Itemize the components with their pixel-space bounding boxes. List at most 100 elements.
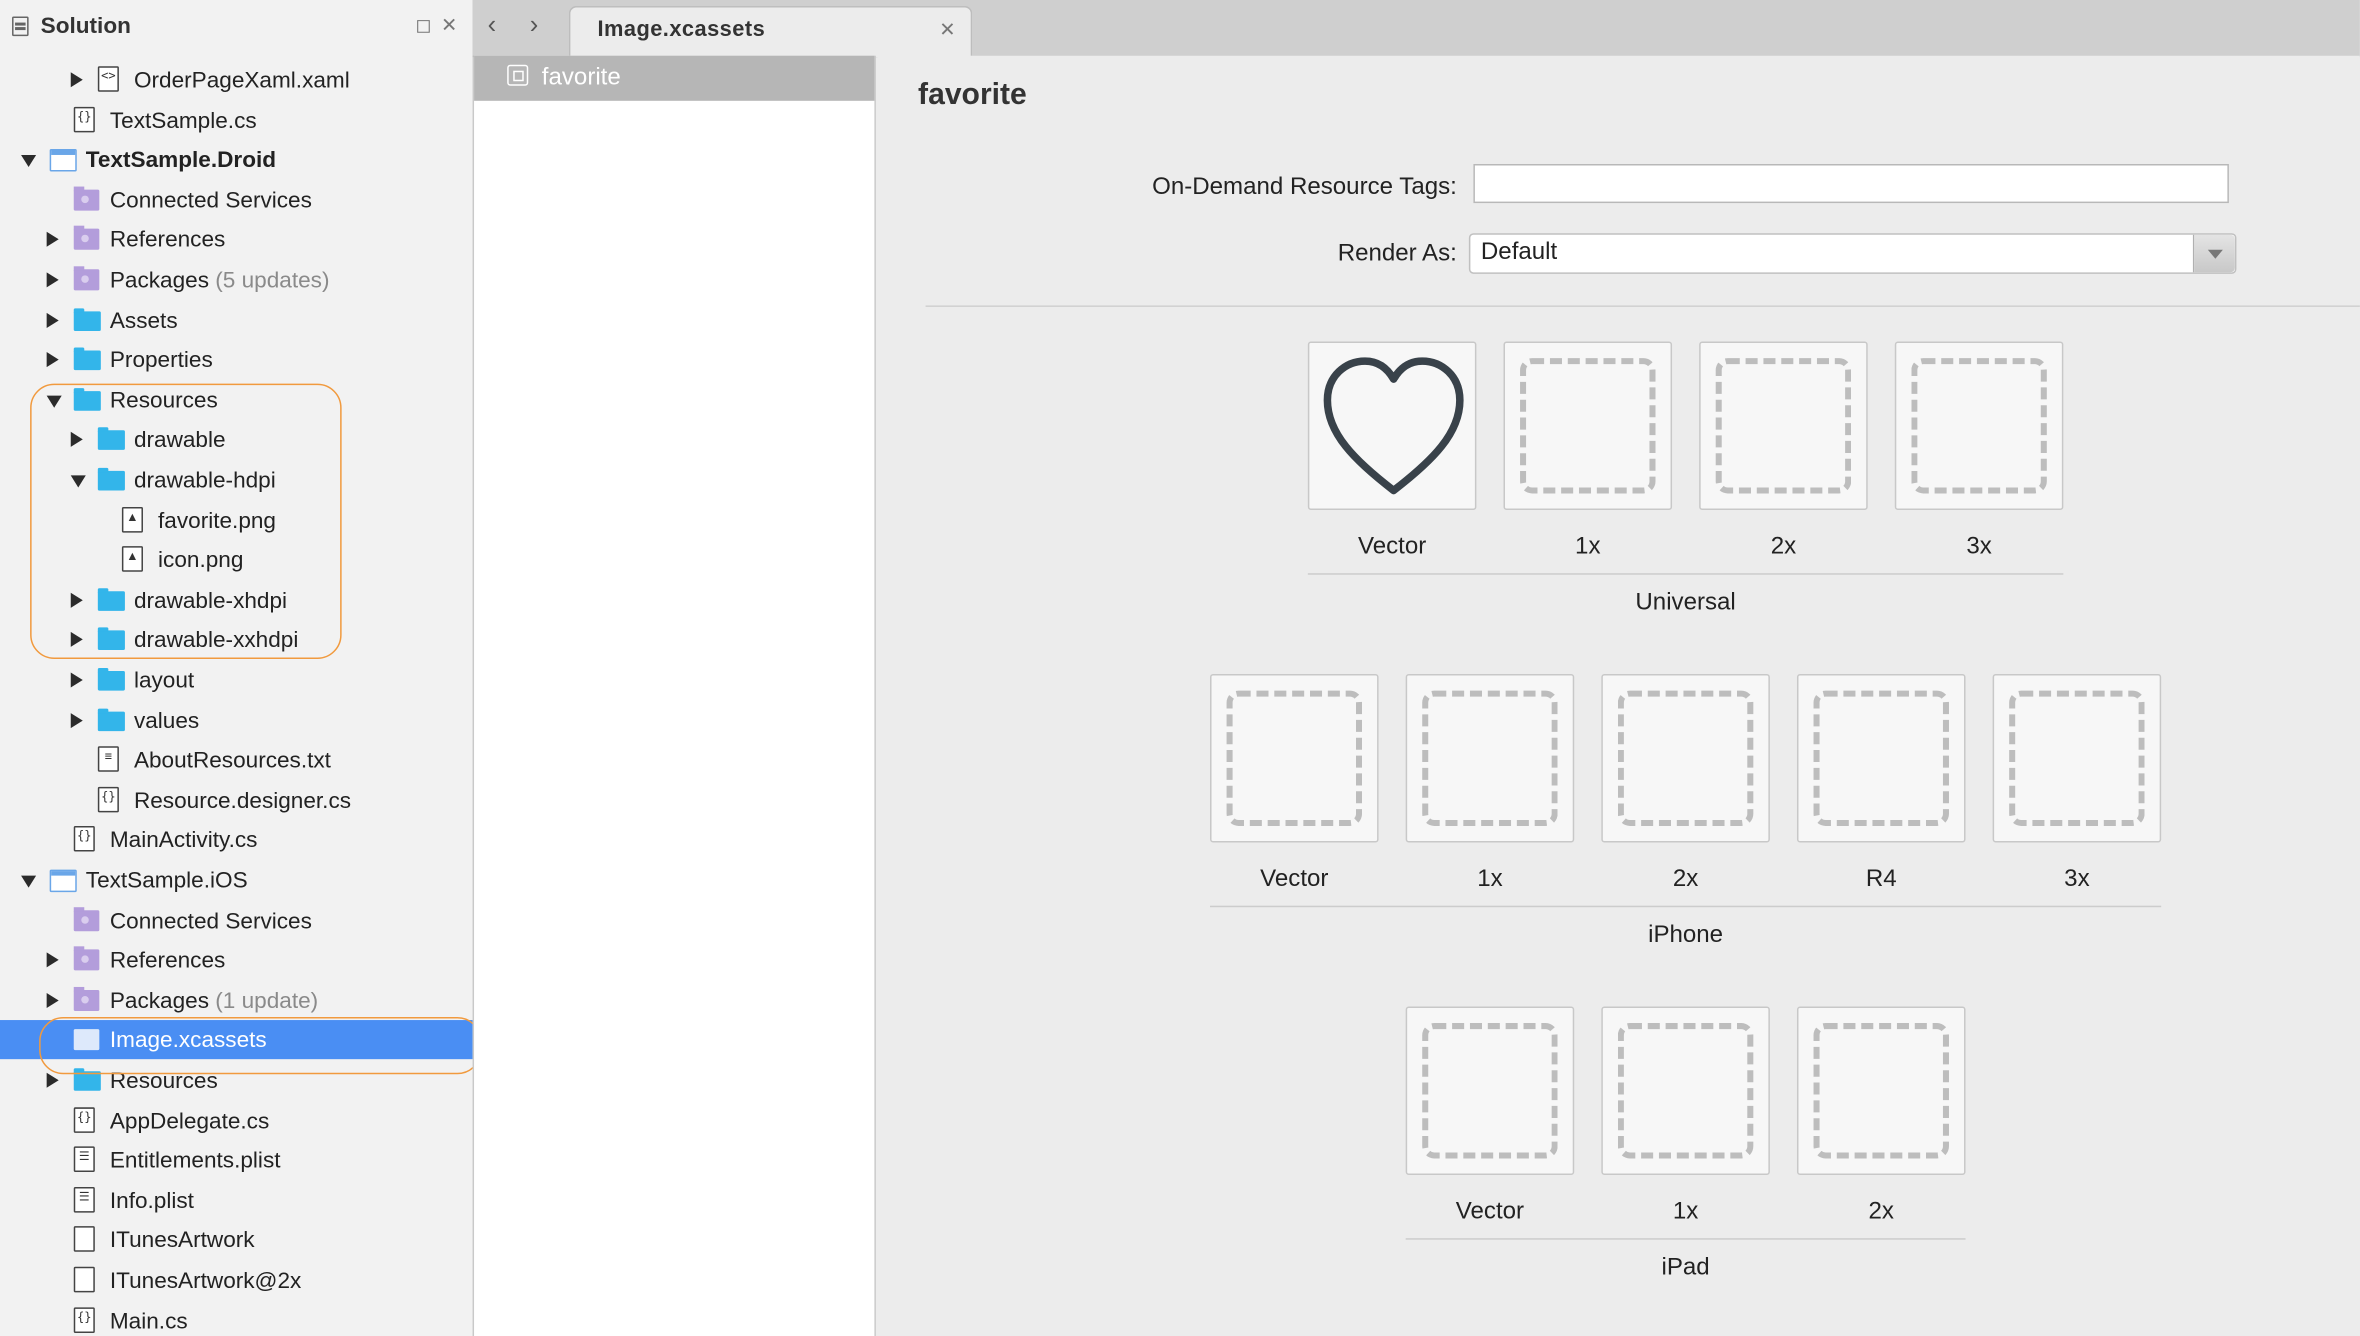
back-icon[interactable]: ‹ <box>488 11 497 41</box>
document-tab-bar: ‹ › Image.xcassets ✕ <box>472 0 2360 58</box>
tree-item-label: ITunesArtwork@2x <box>110 1268 301 1294</box>
disclosure-collapsed-icon[interactable] <box>70 712 83 728</box>
slot-label: Vector <box>1455 1199 1525 1225</box>
tree-item[interactable]: values <box>0 700 473 739</box>
tree-item[interactable]: Properties <box>0 340 473 379</box>
tree-item-label: OrderPageXaml.xaml <box>134 68 350 94</box>
disclosure-collapsed-icon[interactable] <box>46 952 59 968</box>
tree-item[interactable]: Entitlements.plist <box>0 1141 473 1180</box>
tree-item-label: Properties <box>110 348 213 374</box>
tree-item[interactable]: Packages (1 update) <box>0 981 473 1020</box>
image-slot[interactable] <box>1405 1006 1575 1176</box>
close-pad-icon[interactable]: ✕ <box>441 14 457 38</box>
project-icon <box>49 869 77 893</box>
tab-close-icon[interactable]: ✕ <box>939 18 955 42</box>
tree-item[interactable]: Connected Services <box>0 180 473 219</box>
tree-item-text: Connected Services <box>109 187 312 214</box>
image-slot[interactable] <box>1210 674 1379 843</box>
slot-label: 2x <box>1868 1199 1894 1225</box>
tree-item-label: Packages (1 update) <box>110 988 318 1014</box>
image-slot[interactable] <box>1796 674 1966 843</box>
odr-tags-input[interactable] <box>1473 163 2229 204</box>
slot-label: Vector <box>1357 534 1427 560</box>
tree-item-label: Assets <box>110 308 178 334</box>
code-file-icon <box>97 786 119 813</box>
disclosure-expanded-icon[interactable] <box>21 155 37 168</box>
tree-item[interactable]: Assets <box>0 300 473 339</box>
tree-item[interactable]: MainActivity.cs <box>0 821 473 860</box>
xaml-file-icon <box>97 66 119 92</box>
empty-slot-placeholder <box>1715 358 1852 494</box>
packages-icon <box>73 266 100 291</box>
tree-item[interactable]: Packages (5 updates) <box>0 260 473 299</box>
disclosure-collapsed-icon[interactable] <box>46 352 59 368</box>
tree-item[interactable]: OrderPageXaml.xaml <box>0 60 473 99</box>
solution-pad-title: Solution <box>40 13 131 40</box>
image-slot[interactable] <box>1405 674 1575 843</box>
tree-item[interactable]: Connected Services <box>0 901 473 940</box>
references-icon <box>73 946 100 971</box>
group-label: Universal <box>1635 589 1736 616</box>
tree-item[interactable]: TextSample.Droid <box>0 140 473 179</box>
slot-label: 2x <box>1770 534 1797 560</box>
update-count: (5 updates) <box>215 267 330 294</box>
tree-item-label: AboutResources.txt <box>134 748 331 774</box>
disclosure-collapsed-icon[interactable] <box>70 672 83 688</box>
blank-file-icon <box>73 1266 95 1293</box>
tree-item[interactable]: References <box>0 220 473 259</box>
highlight-image-xcassets <box>39 1017 473 1075</box>
image-slot[interactable] <box>1894 341 2064 511</box>
disclosure-collapsed-icon[interactable] <box>46 272 59 288</box>
image-slot[interactable] <box>1699 341 1868 511</box>
tree-item[interactable]: TextSample.cs <box>0 100 473 139</box>
render-as-value: Default <box>1480 239 1558 265</box>
asset-list: favorite <box>474 55 876 1336</box>
image-slot[interactable] <box>1503 341 1673 511</box>
dropdown-arrow-icon[interactable] <box>2192 234 2235 273</box>
empty-slot-placeholder <box>1813 690 1949 826</box>
tree-item[interactable]: ITunesArtwork@2x <box>0 1261 473 1300</box>
tree-item[interactable]: References <box>0 941 473 980</box>
disclosure-collapsed-icon[interactable] <box>46 312 59 328</box>
tree-item-text: Assets <box>109 307 178 334</box>
tree-item[interactable]: AppDelegate.cs <box>0 1101 473 1140</box>
disclosure-collapsed-icon[interactable] <box>46 1072 59 1088</box>
render-as-label: Render As: <box>1337 240 1457 267</box>
tree-item-text: ITunesArtwork <box>109 1228 255 1254</box>
tree-item[interactable]: layout <box>0 660 473 699</box>
project-icon <box>49 149 77 172</box>
empty-slot-placeholder <box>1226 690 1363 826</box>
image-slot[interactable] <box>1601 1006 1770 1176</box>
tree-item[interactable]: Main.cs <box>0 1301 473 1336</box>
tree-item[interactable]: Resource.designer.cs <box>0 781 473 820</box>
tree-item[interactable]: AboutResources.txt <box>0 740 473 779</box>
disclosure-collapsed-icon[interactable] <box>70 72 83 88</box>
forward-icon[interactable]: › <box>530 11 539 41</box>
tree-item-text: AppDelegate.cs <box>109 1108 270 1134</box>
tree-item-label: AppDelegate.cs <box>110 1108 269 1134</box>
render-as-select[interactable]: Default <box>1468 233 2237 274</box>
slot-label: 1x <box>1477 866 1503 893</box>
tab-image-xcassets[interactable]: Image.xcassets ✕ <box>568 6 973 58</box>
tree-item-text: Packages <box>109 267 210 294</box>
tree-item[interactable]: Info.plist <box>0 1181 473 1220</box>
image-slot[interactable] <box>1601 674 1770 843</box>
asset-item-favorite[interactable]: favorite <box>474 55 875 101</box>
image-slot[interactable] <box>1307 341 1477 511</box>
disclosure-expanded-icon[interactable] <box>21 875 37 888</box>
empty-slot-placeholder <box>1520 358 1656 494</box>
tree-item[interactable]: TextSample.iOS <box>0 861 473 900</box>
image-slot[interactable] <box>1992 674 2162 843</box>
disclosure-collapsed-icon[interactable] <box>46 992 59 1008</box>
maximize-pad-icon[interactable]: ◻ <box>415 14 431 38</box>
empty-slot-placeholder <box>1813 1023 1949 1159</box>
tree-item-text: References <box>109 948 226 974</box>
disclosure-collapsed-icon[interactable] <box>46 232 59 248</box>
code-file-icon <box>73 1106 95 1133</box>
tree-item[interactable]: ITunesArtwork <box>0 1221 473 1260</box>
image-slot[interactable] <box>1796 1006 1966 1176</box>
tree-item-text: values <box>133 708 200 734</box>
folder-icon <box>97 667 125 691</box>
divider <box>925 305 2360 307</box>
blank-file-icon <box>73 1226 95 1253</box>
